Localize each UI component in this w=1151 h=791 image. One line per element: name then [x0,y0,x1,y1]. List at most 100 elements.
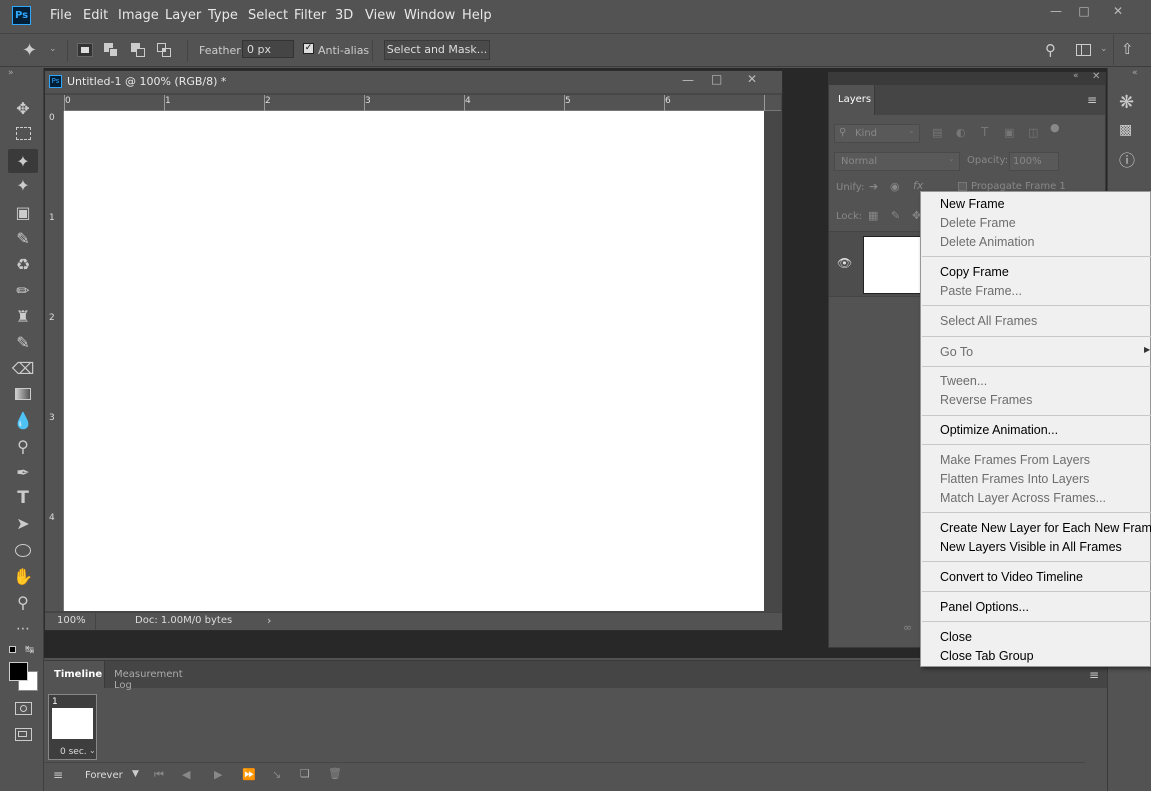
intersect-selection-button[interactable] [157,43,173,57]
chevron-down-icon[interactable]: ▼ [132,769,139,779]
convert-timeline-icon[interactable]: ≡ [53,768,63,782]
play-icon[interactable]: ▶ [214,768,222,781]
menu-help[interactable]: Help [462,8,492,23]
delete-frame-icon[interactable]: 🗑 [328,767,342,780]
tab-measurement-log[interactable]: Measurement Log [105,661,203,691]
eraser-tool-icon[interactable]: ⌫ [12,358,35,378]
workspace-icon[interactable] [1076,44,1091,56]
collapse-panel-icon[interactable]: « [1073,71,1079,81]
menu-item-select-all-frames[interactable]: Select All Frames [940,312,1037,331]
unify-position-icon[interactable]: ➔ [869,180,878,193]
propagate-checkbox[interactable] [958,182,967,191]
zoom-level[interactable]: 100% [57,615,86,626]
frame-1[interactable]: 1 0 sec. ⌄ [48,694,97,760]
collapse-toolbar-icon[interactable]: » [8,68,14,78]
menu-item-new-frame[interactable]: New Frame [940,195,1005,214]
hand-tool-icon[interactable]: ✋ [12,566,34,586]
search-icon[interactable]: ⚲ [1045,41,1056,59]
next-frame-icon[interactable]: ⏩ [242,768,256,781]
menu-view[interactable]: View [365,8,396,23]
filter-shape-icon[interactable]: ▣ [1004,126,1014,139]
history-brush-tool-icon[interactable]: ✎ [12,332,34,352]
lock-pixels-icon[interactable]: ✎ [891,209,900,222]
pen-tool-icon[interactable]: ✒ [12,462,34,482]
edit-toolbar-icon[interactable]: ⋯ [12,619,34,639]
doc-close-icon[interactable]: ✕ [747,72,757,86]
status-arrow-icon[interactable]: › [267,614,271,627]
menu-item-reverse-frames[interactable]: Reverse Frames [940,391,1032,410]
path-selection-tool-icon[interactable]: ➤ [12,513,34,533]
blur-tool-icon[interactable]: 💧 [12,410,34,430]
ellipse-tool-icon[interactable] [12,540,34,560]
crop-tool-icon[interactable]: ▣ [12,202,34,222]
menu-item-delete-frame[interactable]: Delete Frame [940,214,1016,233]
menu-item-new-layers-visible[interactable]: New Layers Visible in All Frames [940,538,1122,557]
document-canvas[interactable] [64,111,764,611]
filter-toggle-icon[interactable]: ● [1050,121,1060,134]
eye-icon[interactable]: 👁 [837,256,852,270]
foreground-color-swatch[interactable] [9,662,28,681]
menu-type[interactable]: Type [208,8,238,23]
panel-close-icon[interactable]: ✕ [1092,71,1100,82]
doc-maximize-icon[interactable]: □ [711,72,722,86]
screen-mode-icon[interactable] [15,728,32,741]
maximize-icon[interactable]: □ [1070,1,1098,21]
minimize-icon[interactable]: — [1042,1,1070,21]
panel-menu-icon[interactable]: ≡ [1087,93,1097,107]
feather-input[interactable]: 0 px [242,40,294,58]
menu-window[interactable]: Window [404,8,455,23]
move-tool-icon[interactable]: ✥ [12,98,34,118]
menu-edit[interactable]: Edit [83,8,108,23]
duplicate-frame-icon[interactable]: ❏ [300,767,310,780]
menu-select[interactable]: Select [248,8,288,23]
antialias-checkbox[interactable]: ✓ [303,43,314,54]
menu-item-match-layer[interactable]: Match Layer Across Frames... [940,489,1106,508]
menu-image[interactable]: Image [118,8,159,23]
menu-item-convert-to-video-timeline[interactable]: Convert to Video Timeline [940,568,1083,587]
close-icon[interactable]: ✕ [1104,1,1132,21]
loop-option[interactable]: Forever [85,770,123,781]
share-icon[interactable]: ⇧ [1121,40,1134,58]
new-selection-button[interactable] [77,43,93,57]
filter-type-icon[interactable]: T [981,125,988,139]
menu-item-tween[interactable]: Tween... [940,372,987,391]
type-tool-icon[interactable]: T [12,488,34,508]
select-and-mask-button[interactable]: Select and Mask... [384,40,490,60]
menu-item-copy-frame[interactable]: Copy Frame [940,263,1009,282]
marquee-tool-icon[interactable] [12,123,34,143]
chevron-down-icon[interactable]: ⌄ [89,746,96,755]
menu-item-optimize-animation[interactable]: Optimize Animation... [940,421,1058,440]
workspace-chevron-icon[interactable]: ⌄ [1100,44,1108,54]
unify-visibility-icon[interactable]: ◉ [890,180,900,193]
quick-mask-icon[interactable] [15,702,32,715]
menu-item-paste-frame[interactable]: Paste Frame... [940,282,1022,301]
link-layers-icon[interactable]: ∞ [903,621,912,634]
menu-item-close[interactable]: Close [940,628,972,647]
menu-layer[interactable]: Layer [165,8,201,23]
tab-layers[interactable]: Layers [829,85,875,115]
subtract-from-selection-button[interactable] [131,43,147,57]
timeline-menu-icon[interactable]: ≡ [1089,668,1099,682]
menu-item-create-new-layer[interactable]: Create New Layer for Each New Frame [940,519,1151,538]
lasso-tool-icon[interactable]: ✦ [8,149,38,173]
frame-delay[interactable]: 0 sec. [60,747,87,757]
eyedropper-tool-icon[interactable]: ✎ [12,228,34,248]
zoom-tool-icon[interactable]: ⚲ [12,592,34,612]
doc-minimize-icon[interactable]: — [682,73,694,87]
add-to-selection-button[interactable] [104,43,120,57]
kind-filter-select[interactable]: ⚲ Kind ⌄ [834,124,920,143]
healing-brush-tool-icon[interactable]: ♻ [12,254,34,274]
menu-3d[interactable]: 3D [335,8,353,23]
lock-transparent-icon[interactable]: ▦ [868,209,878,222]
tween-icon[interactable]: ↘ [272,768,281,781]
menu-item-go-to[interactable]: Go To [940,343,973,362]
menu-item-make-frames-from-layers[interactable]: Make Frames From Layers [940,451,1090,470]
histogram-icon[interactable]: ▩ [1119,122,1132,138]
gradient-tool-icon[interactable] [12,384,34,404]
filter-pixel-icon[interactable]: ▤ [932,126,942,139]
chevron-down-icon[interactable]: ⌄ [49,44,57,54]
tab-timeline[interactable]: Timeline [44,661,105,688]
menu-file[interactable]: File [50,8,72,23]
document-titlebar[interactable]: Ps Untitled-1 @ 100% (RGB/8) * — □ ✕ [45,71,782,93]
first-frame-icon[interactable]: ⏮ [154,768,164,782]
